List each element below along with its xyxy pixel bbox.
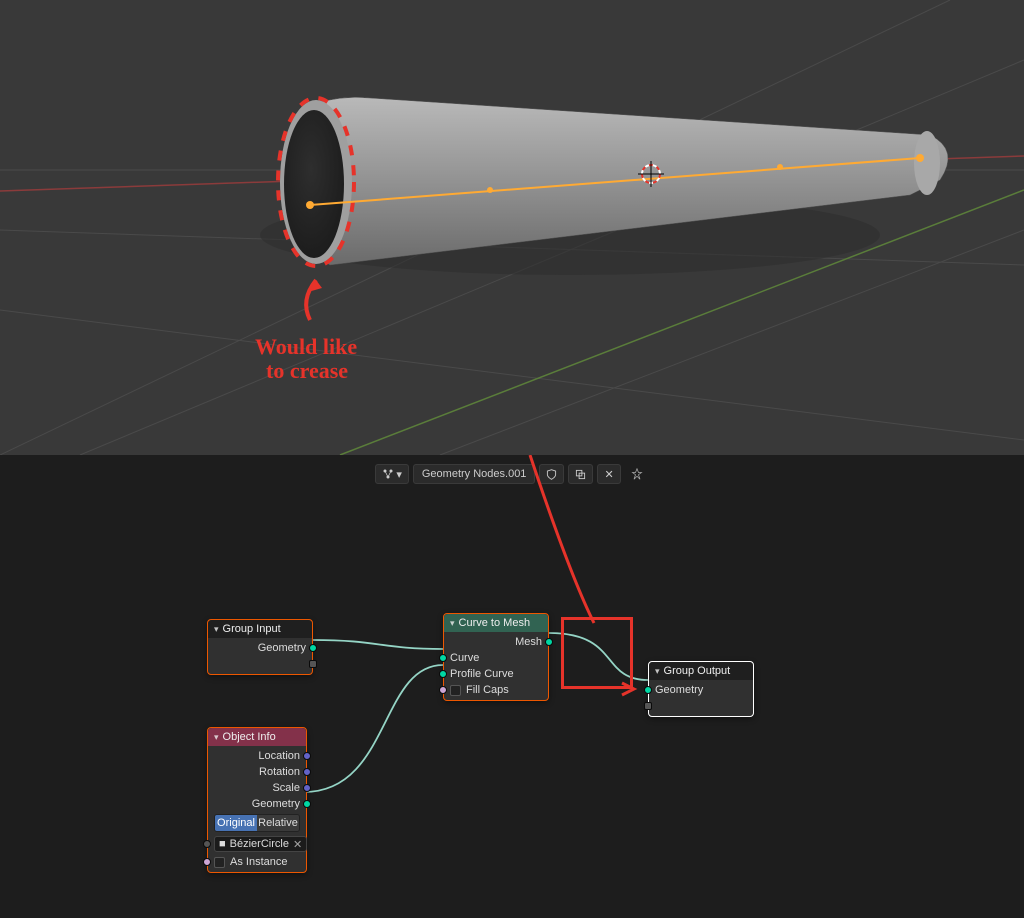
node-group-output[interactable]: ▾ Group Output Geometry bbox=[648, 661, 754, 717]
fill-caps-checkbox[interactable] bbox=[450, 685, 461, 696]
clear-object-button[interactable]: ✕ bbox=[293, 838, 302, 851]
as-instance-checkbox[interactable] bbox=[214, 857, 225, 868]
object-picker[interactable]: ■ BézierCircle ✕ bbox=[214, 836, 307, 852]
transform-space-toggle[interactable]: Original Relative bbox=[214, 814, 300, 832]
shield-icon bbox=[546, 469, 557, 480]
viewport-3d[interactable]: Would like to crease bbox=[0, 0, 1024, 455]
socket-curve-in[interactable]: Curve bbox=[444, 650, 548, 666]
socket-profile-curve-in[interactable]: Profile Curve bbox=[444, 666, 548, 682]
copy-icon bbox=[575, 469, 586, 480]
collapse-icon[interactable]: ▾ bbox=[655, 666, 660, 677]
socket-mesh-out[interactable]: Mesh bbox=[444, 634, 548, 650]
node-title: Curve to Mesh bbox=[459, 617, 531, 629]
duplicate-button[interactable] bbox=[568, 464, 593, 484]
annotation-text: Would like to crease bbox=[255, 335, 357, 383]
socket-empty-out[interactable] bbox=[208, 656, 312, 672]
socket-as-instance-in[interactable]: As Instance bbox=[208, 854, 306, 870]
socket-rotation-out[interactable]: Rotation bbox=[208, 764, 306, 780]
annotation-target-box bbox=[561, 617, 633, 689]
socket-geometry-in[interactable]: Geometry bbox=[649, 682, 753, 698]
socket-geometry-out[interactable]: Geometry bbox=[208, 640, 312, 656]
node-title: Group Input bbox=[223, 623, 281, 635]
nodetree-icon bbox=[382, 468, 394, 480]
node-group-input[interactable]: ▾ Group Input Geometry bbox=[207, 619, 313, 675]
browse-nodegroup-button[interactable]: ▾ bbox=[375, 464, 409, 484]
viewport-svg bbox=[0, 0, 1024, 455]
node-title: Group Output bbox=[664, 665, 731, 677]
node-editor-header: ▾ Geometry Nodes.001 ✕ bbox=[0, 464, 1024, 484]
unlink-button[interactable]: ✕ bbox=[597, 464, 620, 484]
shield-button[interactable] bbox=[539, 464, 564, 484]
node-title: Object Info bbox=[223, 731, 276, 743]
node-object-info[interactable]: ▾ Object Info Location Rotation Scale Geo… bbox=[207, 727, 307, 873]
collapse-icon[interactable]: ▾ bbox=[450, 618, 455, 629]
nodegroup-name-field[interactable]: Geometry Nodes.001 bbox=[413, 464, 536, 484]
socket-empty-in[interactable] bbox=[649, 698, 753, 714]
socket-geometry-out[interactable]: Geometry bbox=[208, 796, 306, 812]
pin-icon bbox=[631, 468, 643, 480]
socket-scale-out[interactable]: Scale bbox=[208, 780, 306, 796]
collapse-icon[interactable]: ▾ bbox=[214, 624, 219, 635]
socket-fill-caps-in[interactable]: Fill Caps bbox=[444, 682, 548, 698]
annotation-arrowhead bbox=[620, 681, 640, 697]
node-editor[interactable]: ▾ Geometry Nodes.001 ✕ ▾ Group Input Geom… bbox=[0, 455, 1024, 918]
socket-location-out[interactable]: Location bbox=[208, 748, 306, 764]
node-curve-to-mesh[interactable]: ▾Curve to Mesh Mesh Curve Profile Curve … bbox=[443, 613, 549, 701]
close-icon: ✕ bbox=[604, 468, 613, 481]
collapse-icon[interactable]: ▾ bbox=[214, 732, 219, 743]
pin-button[interactable] bbox=[625, 464, 649, 484]
object-data-icon: ■ bbox=[219, 838, 226, 850]
